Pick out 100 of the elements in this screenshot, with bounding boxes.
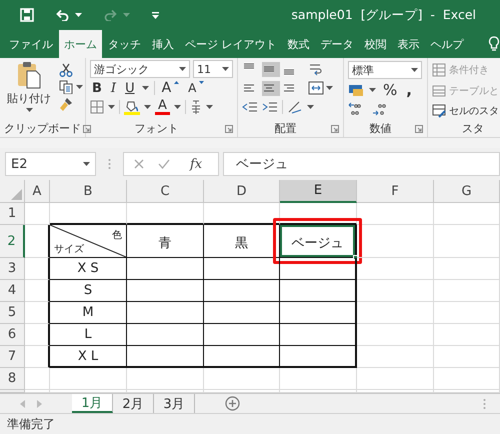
grip-icon (108, 158, 111, 170)
add-sheet-icon[interactable] (225, 396, 240, 411)
dialog-launcher-icon[interactable] (331, 124, 339, 132)
grid-cell (25, 258, 50, 280)
triangle-up-icon (174, 81, 180, 84)
caret-icon[interactable] (369, 88, 376, 92)
styles-menu-button[interactable]: セルのスタ (432, 102, 499, 120)
undo-icon[interactable] (56, 9, 69, 21)
table-cell: X L (50, 346, 127, 368)
caret-icon[interactable] (108, 105, 115, 109)
caret-icon[interactable] (76, 85, 83, 89)
caret-icon[interactable] (144, 105, 151, 109)
phonetic-guide-icon[interactable] (190, 100, 202, 114)
wrap-text-icon[interactable] (308, 62, 324, 76)
caret-icon[interactable] (26, 108, 32, 112)
grid-cell (434, 225, 500, 258)
bold-button[interactable]: B (90, 79, 104, 97)
percent-button[interactable]: % (381, 81, 400, 99)
comma-button[interactable]: , (404, 81, 414, 99)
number-format-dropdown[interactable]: 標準 (348, 61, 422, 79)
fill-handle[interactable] (353, 255, 358, 260)
align-center-icon[interactable] (262, 80, 280, 96)
ribbon-tab[interactable]: ホーム (59, 30, 102, 58)
scissors-icon[interactable] (59, 63, 73, 77)
column-header[interactable]: B (50, 180, 127, 203)
ribbon-tab[interactable]: ヘルプ (426, 30, 468, 58)
ribbon-tab[interactable]: データ (316, 30, 358, 58)
font-size-dropdown[interactable]: 11 (193, 60, 233, 78)
decrease-decimal-icon[interactable] (372, 102, 388, 116)
caret-icon[interactable] (75, 13, 82, 17)
row-header[interactable]: 8 (0, 368, 25, 390)
name-box[interactable]: E2 (5, 152, 96, 176)
column-header[interactable]: D (204, 180, 280, 203)
row-header[interactable]: 7 (0, 346, 25, 368)
table-cell: S (50, 280, 127, 302)
caret-icon[interactable] (326, 86, 333, 90)
check-icon[interactable] (158, 159, 170, 169)
caret-icon[interactable] (83, 162, 90, 166)
font-color-button[interactable]: A (155, 99, 170, 115)
caret-icon[interactable] (179, 67, 186, 71)
dialog-launcher-icon[interactable] (83, 124, 91, 132)
grid-cell (434, 346, 500, 368)
row-header[interactable]: 1 (0, 203, 25, 225)
row-header[interactable]: 4 (0, 280, 25, 302)
merge-cells-icon[interactable] (308, 81, 324, 95)
italic-button[interactable]: I (108, 79, 118, 97)
row-header[interactable]: 5 (0, 302, 25, 324)
grid-cell (434, 203, 500, 225)
caret-icon[interactable] (222, 67, 229, 71)
column-header[interactable]: F (357, 180, 434, 203)
column-header[interactable]: G (434, 180, 500, 203)
font-name-dropdown[interactable]: 游ゴシック (90, 60, 190, 78)
ribbon-tab[interactable]: ファイル (4, 30, 58, 58)
shrink-font-button[interactable]: A (186, 79, 206, 97)
text-orientation-icon[interactable] (287, 100, 303, 114)
grid-cell (434, 302, 500, 324)
currency-icon[interactable] (348, 83, 364, 97)
caret-icon[interactable] (142, 86, 149, 90)
ribbon-tab[interactable]: 挿入 (147, 30, 179, 58)
borders-icon[interactable] (90, 100, 104, 114)
status-text: 準備完了 (7, 416, 55, 432)
customize-toolbar-icon[interactable] (152, 12, 159, 18)
ribbon-tab[interactable]: 表示 (392, 30, 424, 58)
caret-icon[interactable] (411, 68, 418, 72)
save-icon[interactable] (20, 8, 34, 22)
column-header[interactable]: A (25, 180, 50, 203)
dialog-launcher-icon[interactable] (415, 124, 423, 132)
row-header[interactable]: 6 (0, 324, 25, 346)
paintbrush-icon[interactable] (59, 97, 73, 111)
ribbon-tab[interactable]: 校閲 (360, 30, 392, 58)
group-label: スタ (461, 121, 485, 136)
grid-cell (25, 324, 50, 346)
dialog-launcher-icon[interactable] (225, 124, 233, 132)
table-cell: 黒 (204, 225, 280, 258)
sheet-tab[interactable]: 1月 (72, 394, 113, 413)
copy-icon[interactable] (59, 80, 73, 94)
insert-function-button[interactable]: fx (184, 156, 208, 172)
increase-indent-icon[interactable] (262, 100, 278, 114)
ribbon-tab[interactable]: 数式 (282, 30, 314, 58)
row-header[interactable]: 2 (0, 225, 25, 258)
lightbulb-icon[interactable] (488, 36, 500, 52)
middle-align-icon[interactable] (262, 62, 280, 76)
decrease-indent-icon[interactable] (242, 100, 258, 114)
increase-decimal-icon[interactable] (348, 102, 364, 116)
paste-button[interactable]: 貼り付け (4, 61, 54, 120)
table-cell: L (50, 324, 127, 346)
cell-styles-icon (432, 104, 446, 118)
grow-font-button[interactable]: A (160, 79, 182, 97)
table-cell: X S (50, 258, 127, 280)
column-header[interactable]: C (127, 180, 204, 203)
formula-input[interactable]: ベージュ (223, 152, 500, 176)
caret-icon[interactable] (174, 105, 181, 109)
ribbon-tab[interactable]: タッチ (103, 30, 146, 58)
caret-icon[interactable] (206, 105, 213, 109)
underline-button[interactable]: U (123, 79, 137, 97)
fill-color-icon[interactable] (124, 99, 140, 115)
ribbon-tab[interactable]: ページ レイアウト (180, 30, 282, 58)
row-header[interactable]: 3 (0, 258, 25, 280)
column-header[interactable]: E (280, 180, 357, 203)
caret-icon[interactable] (307, 105, 314, 109)
